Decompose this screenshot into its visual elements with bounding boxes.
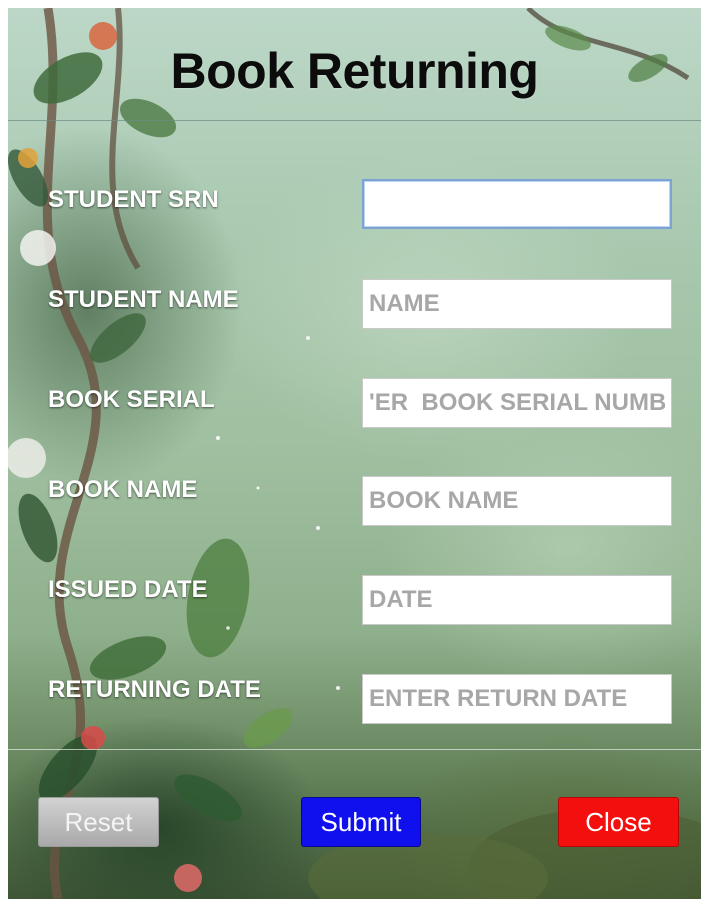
issued-date-input[interactable] xyxy=(362,575,672,625)
student-srn-label: STUDENT SRN xyxy=(48,186,219,213)
book-serial-input[interactable] xyxy=(362,378,672,428)
student-name-label: STUDENT NAME xyxy=(48,286,239,313)
page-title: Book Returning xyxy=(170,43,539,99)
student-name-input[interactable] xyxy=(362,279,672,329)
button-divider xyxy=(8,749,701,750)
issued-date-label: ISSUED DATE xyxy=(48,576,208,603)
book-returning-window: Book Returning STUDENT SRN STUDENT NAME … xyxy=(8,8,701,899)
reset-button[interactable]: Reset xyxy=(38,797,159,847)
title-divider xyxy=(8,120,701,121)
returning-date-input[interactable] xyxy=(362,674,672,724)
submit-button[interactable]: Submit xyxy=(301,797,421,847)
student-srn-input[interactable] xyxy=(362,179,672,229)
book-name-label: BOOK NAME xyxy=(48,476,198,503)
background-foliage-image xyxy=(8,8,701,899)
returning-date-label: RETURNING DATE xyxy=(48,676,261,703)
close-button[interactable]: Close xyxy=(558,797,679,847)
book-serial-label: BOOK SERIAL xyxy=(48,386,215,413)
book-name-input[interactable] xyxy=(362,476,672,526)
